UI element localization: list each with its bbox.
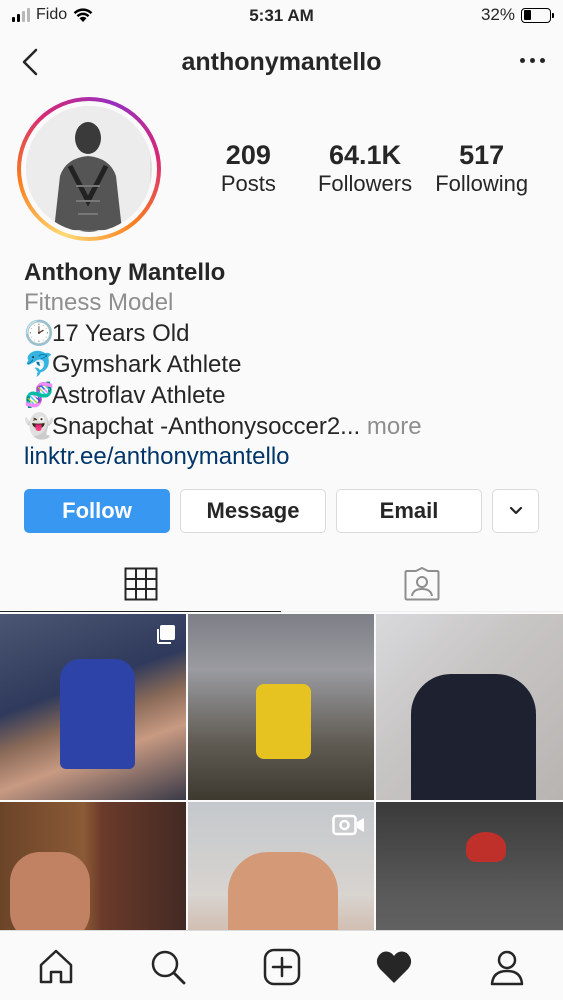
profile-stats: 209 Posts 64.1K Followers 517 Following <box>190 140 540 198</box>
battery-percent: 32% <box>480 5 515 24</box>
profile-icon[interactable] <box>487 947 527 987</box>
video-icon <box>332 814 364 836</box>
bio-line: 🕑17 Years Old <box>24 318 544 349</box>
email-button[interactable]: Email <box>336 489 482 533</box>
profile-tabs <box>0 556 563 612</box>
battery-icon <box>521 7 554 23</box>
post-thumbnail[interactable] <box>0 614 186 800</box>
category-label: Fitness Model <box>24 289 174 316</box>
activity-heart-icon[interactable] <box>374 947 414 987</box>
profile-actions: Follow Message Email <box>24 489 540 533</box>
stat-value: 64.1K <box>328 140 402 170</box>
tab-tagged[interactable] <box>281 556 562 612</box>
battery-level <box>523 10 532 20</box>
bio-line-text: 17 Years Old <box>52 320 190 347</box>
multiple-posts-icon <box>157 625 175 644</box>
status-right: 32% <box>480 5 554 25</box>
dolphin-emoji-icon: 🐬 <box>24 350 54 378</box>
post-thumbnail[interactable] <box>188 614 374 800</box>
stat-following[interactable]: 517 Following <box>423 140 540 198</box>
bio-line-text: Astroflav Athlete <box>52 382 226 409</box>
post-thumbnail[interactable] <box>0 802 186 939</box>
tagged-icon <box>404 566 439 600</box>
username-title: anthonymantello <box>181 48 382 76</box>
new-post-icon[interactable] <box>262 947 302 987</box>
stat-label: Posts <box>220 171 276 196</box>
home-icon[interactable] <box>36 947 76 987</box>
search-icon[interactable] <box>148 947 188 987</box>
avatar[interactable] <box>26 106 152 232</box>
more-horizontal-icon[interactable] <box>520 58 545 63</box>
bio-line-text: Snapchat -Anthonysoccer2... <box>52 413 361 440</box>
clock: 5:31 AM <box>249 6 314 25</box>
grid-icon <box>124 567 157 600</box>
dna-emoji-icon: 🧬 <box>24 381 54 409</box>
stat-label: Following <box>435 171 529 196</box>
avatar-frame <box>21 101 157 237</box>
stat-value: 209 <box>225 140 271 170</box>
follow-button[interactable]: Follow <box>24 489 170 533</box>
story-ring[interactable] <box>17 97 161 241</box>
post-thumbnail[interactable] <box>376 802 563 939</box>
message-button[interactable]: Message <box>180 489 326 533</box>
bio-line: 👻Snapchat -Anthonysoccer2... more <box>24 411 544 442</box>
status-bar: Fido 5:31 AM 32% <box>0 0 563 32</box>
profile-header-bar: anthonymantello <box>0 38 563 88</box>
posts-grid <box>0 614 563 939</box>
ghost-emoji-icon: 👻 <box>24 412 54 440</box>
tab-posts-grid[interactable] <box>0 556 281 612</box>
bio-website-link[interactable]: linktr.ee/anthonymantello <box>24 442 544 472</box>
stat-label: Followers <box>317 171 413 196</box>
full-name: Anthony Mantello <box>24 259 226 286</box>
post-thumbnail[interactable] <box>188 802 374 939</box>
bio-line: 🐬Gymshark Athlete <box>24 349 544 380</box>
bottom-tab-bar <box>0 930 563 1000</box>
stat-posts[interactable]: 209 Posts <box>190 140 307 198</box>
stat-value: 517 <box>459 140 505 170</box>
stat-followers[interactable]: 64.1K Followers <box>307 140 424 198</box>
bio-line-text: Gymshark Athlete <box>52 351 242 378</box>
bio-line: 🧬Astroflav Athlete <box>24 380 544 411</box>
chevron-down-icon <box>509 506 522 515</box>
profile-bio: Anthony Mantello Fitness Model 🕑17 Years… <box>24 258 544 472</box>
clock-emoji-icon: 🕑 <box>24 319 54 347</box>
avatar-image <box>26 106 150 230</box>
bio-more-link[interactable]: more <box>360 413 422 440</box>
suggested-dropdown-button[interactable] <box>492 489 539 533</box>
post-thumbnail[interactable] <box>376 614 563 800</box>
